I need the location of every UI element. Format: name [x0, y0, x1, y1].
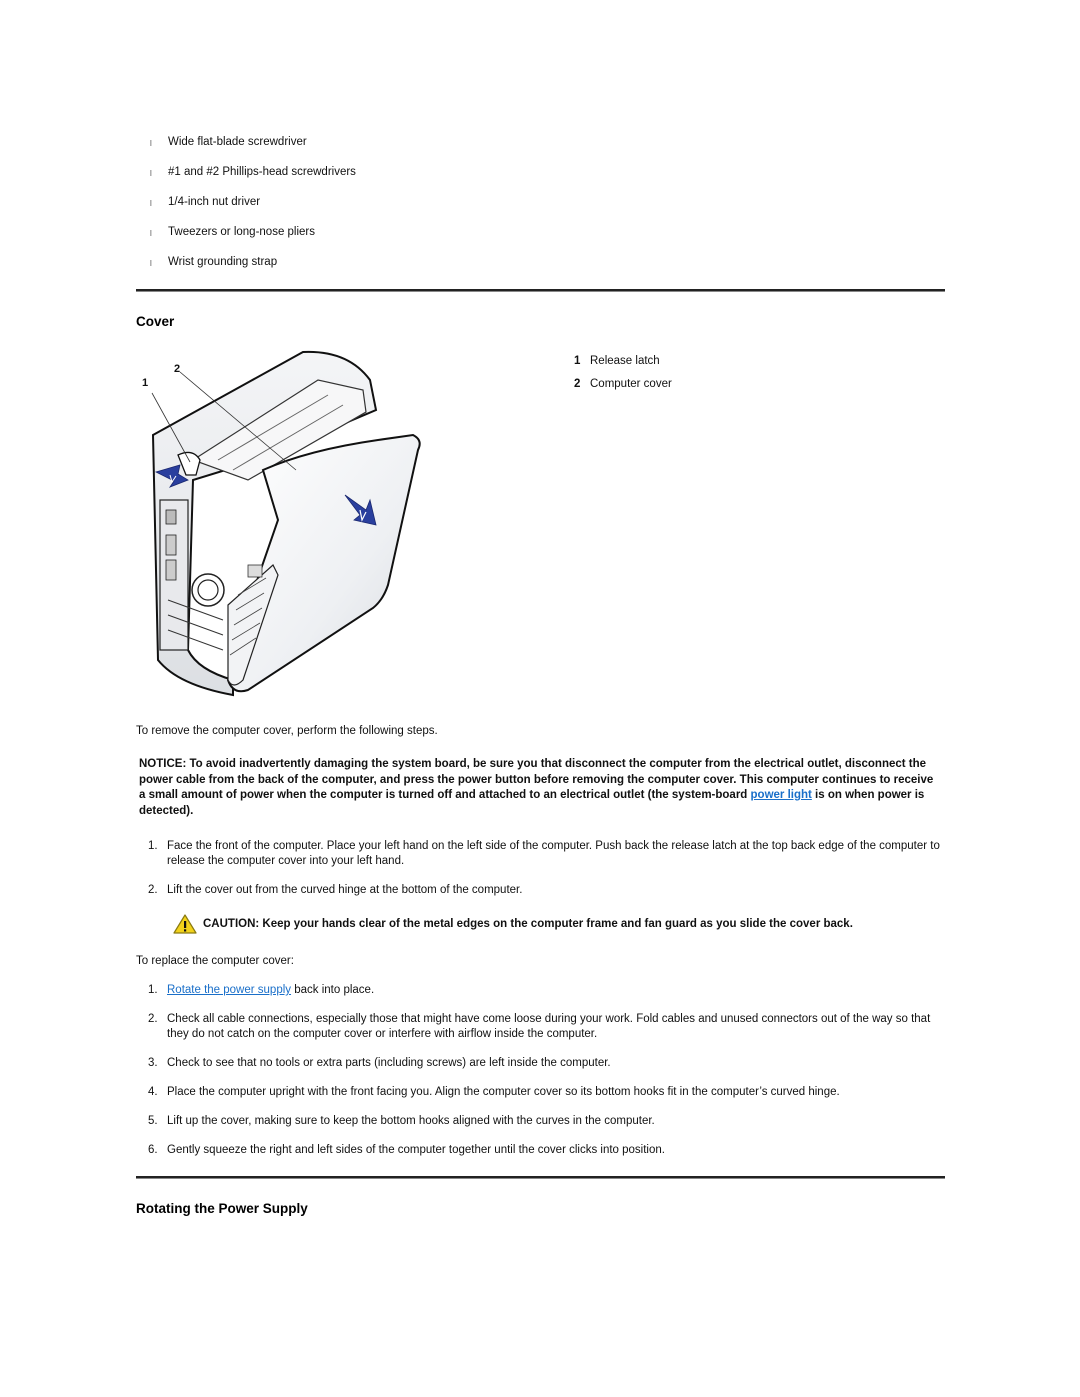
legend-item: 1 Release latch	[574, 354, 672, 377]
step-item: 6. Gently squeeze the right and left sid…	[148, 1143, 940, 1158]
bullet-icon: l	[150, 259, 152, 268]
remove-intro: To remove the computer cover, perform th…	[136, 725, 438, 737]
step-number: 6.	[148, 1144, 158, 1156]
bullet-icon: l	[150, 199, 152, 208]
step-text: Check to see that no tools or extra part…	[167, 1057, 611, 1069]
caution-block: CAUTION: Keep your hands clear of the me…	[172, 913, 952, 935]
step-text: Rotate the power supply back into place.	[167, 983, 940, 998]
step-item: 1. Face the front of the computer. Place…	[148, 839, 940, 869]
legend-label: Computer cover	[590, 378, 672, 390]
callout-number-2: 2	[174, 363, 180, 375]
step-number: 1.	[148, 840, 158, 852]
step-text: Place the computer upright with the fron…	[167, 1086, 840, 1098]
replace-steps-list: 1. Rotate the power supply back into pla…	[148, 983, 940, 1158]
step-item: 2. Lift the cover out from the curved hi…	[148, 883, 940, 898]
section-divider	[136, 1176, 945, 1179]
legend-number: 1	[574, 355, 581, 367]
step-item: 5. Lift up the cover, making sure to kee…	[148, 1114, 940, 1129]
legend-label: Release latch	[590, 355, 660, 367]
step-text-rest: back into place.	[291, 984, 375, 996]
step-number: 3.	[148, 1057, 158, 1069]
step-item: 3. Check to see that no tools or extra p…	[148, 1056, 940, 1071]
tools-list: l Wide flat-blade screwdriver l #1 and #2 …	[150, 135, 356, 285]
tool-name: Tweezers or long-nose pliers	[168, 226, 316, 238]
bullet-icon: l	[150, 169, 152, 178]
replace-intro: To replace the computer cover:	[136, 955, 294, 967]
rotate-power-supply-link[interactable]: Rotate the power supply	[167, 984, 291, 996]
callout-number-1: 1	[142, 377, 148, 389]
tool-name: Wide flat-blade screwdriver	[168, 136, 307, 148]
list-item: l Tweezers or long-nose pliers	[150, 225, 356, 255]
step-number: 2.	[148, 1013, 158, 1025]
step-item: 2. Check all cable connections, especial…	[148, 1012, 940, 1042]
figure-legend: 1 Release latch 2 Computer cover	[574, 354, 672, 400]
list-item: l #1 and #2 Phillips-head screwdrivers	[150, 165, 356, 195]
list-item: l 1/4-inch nut driver	[150, 195, 356, 225]
step-number: 2.	[148, 884, 158, 896]
tool-name: Wrist grounding strap	[168, 256, 278, 268]
warning-triangle-icon	[172, 913, 198, 935]
step-number: 1.	[148, 984, 158, 996]
step-number: 5.	[148, 1115, 158, 1127]
cover-removal-illustration: 1 2	[138, 350, 438, 712]
list-item: l Wide flat-blade screwdriver	[150, 135, 356, 165]
tool-name: 1/4-inch nut driver	[168, 196, 261, 208]
legend-number: 2	[574, 378, 581, 390]
bullet-icon: l	[150, 229, 152, 238]
step-text: Lift the cover out from the curved hinge…	[167, 884, 523, 896]
remove-steps-list: 1. Face the front of the computer. Place…	[148, 839, 940, 898]
step-item: 1. Rotate the power supply back into pla…	[148, 983, 940, 998]
step-text: Check all cable connections, especially …	[167, 1013, 931, 1040]
section-title-cover: Cover	[136, 314, 175, 329]
caution-text: CAUTION: Keep your hands clear of the me…	[203, 918, 853, 930]
legend-item: 2 Computer cover	[574, 377, 672, 400]
section-title-rotating-power-supply: Rotating the Power Supply	[136, 1201, 308, 1216]
power-light-link[interactable]: power light	[751, 789, 812, 801]
step-text: Face the front of the computer. Place yo…	[167, 840, 940, 867]
tool-name: #1 and #2 Phillips-head screwdrivers	[168, 166, 356, 178]
step-number: 4.	[148, 1086, 158, 1098]
step-text: Lift up the cover, making sure to keep t…	[167, 1115, 655, 1127]
step-text: Gently squeeze the right and left sides …	[167, 1144, 665, 1156]
bullet-icon: l	[150, 139, 152, 148]
list-item: l Wrist grounding strap	[150, 255, 356, 285]
step-item: 4. Place the computer upright with the f…	[148, 1085, 940, 1100]
section-divider	[136, 289, 945, 292]
notice-block: NOTICE: To avoid inadvertently damaging …	[139, 757, 939, 819]
